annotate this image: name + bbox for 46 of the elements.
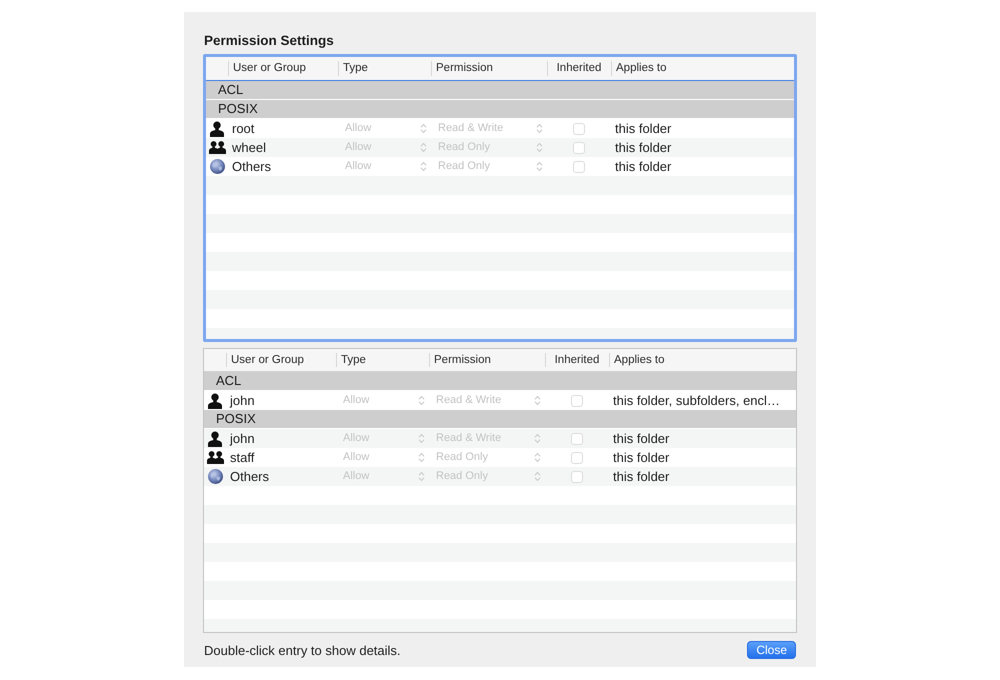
user-name: Others — [230, 469, 270, 484]
applies-to-text: this folder — [613, 450, 670, 465]
stepper-icon — [420, 142, 427, 153]
column-header[interactable]: Permission — [431, 57, 547, 80]
stepper-icon — [418, 452, 425, 463]
column-header[interactable]: Permission — [429, 349, 545, 371]
section-header: ACL — [204, 372, 796, 391]
column-header[interactable]: Applies to — [611, 57, 794, 80]
hint-text: Double-click entry to show details. — [204, 642, 401, 658]
applies-to-text: this folder — [613, 431, 670, 446]
stepper-icon — [534, 395, 541, 406]
column-header[interactable]: Inherited — [545, 349, 609, 371]
column-header[interactable]: Inherited — [547, 57, 611, 80]
applies-to-text: this folder — [615, 121, 672, 136]
user-name: staff — [230, 450, 254, 465]
column-header[interactable]: Type — [336, 349, 429, 371]
close-button[interactable]: Close — [747, 641, 796, 659]
stepper-icon — [418, 471, 425, 482]
applies-to-text: this folder, subfolders, encl… — [613, 393, 780, 408]
stepper-icon — [536, 161, 543, 172]
column-header[interactable]: User or Group — [226, 349, 336, 371]
stepper-icon — [534, 452, 541, 463]
applies-to-text: this folder — [615, 159, 672, 174]
user-name: wheel — [232, 140, 266, 155]
stepper-icon — [420, 123, 427, 134]
column-header[interactable]: User or Group — [228, 57, 338, 80]
section-header: POSIX — [206, 100, 794, 119]
stepper-icon — [534, 433, 541, 444]
dialog-title: Permission Settings — [204, 32, 335, 50]
section-header: POSIX — [204, 410, 796, 429]
column-header[interactable]: Applies to — [609, 349, 796, 371]
user-name: john — [230, 431, 255, 446]
stepper-icon — [534, 471, 541, 482]
user-name: Others — [232, 159, 272, 174]
user-name: root — [232, 121, 254, 136]
stepper-icon — [536, 142, 543, 153]
stepper-icon — [418, 433, 425, 444]
permissions-list[interactable] — [203, 348, 797, 633]
stepper-icon — [536, 123, 543, 134]
stepper-icon — [420, 161, 427, 172]
applies-to-text: this folder — [613, 469, 670, 484]
column-header[interactable]: Type — [338, 57, 431, 80]
section-header: ACL — [206, 81, 794, 100]
user-name: john — [230, 393, 255, 408]
stepper-icon — [418, 395, 425, 406]
applies-to-text: this folder — [615, 140, 672, 155]
